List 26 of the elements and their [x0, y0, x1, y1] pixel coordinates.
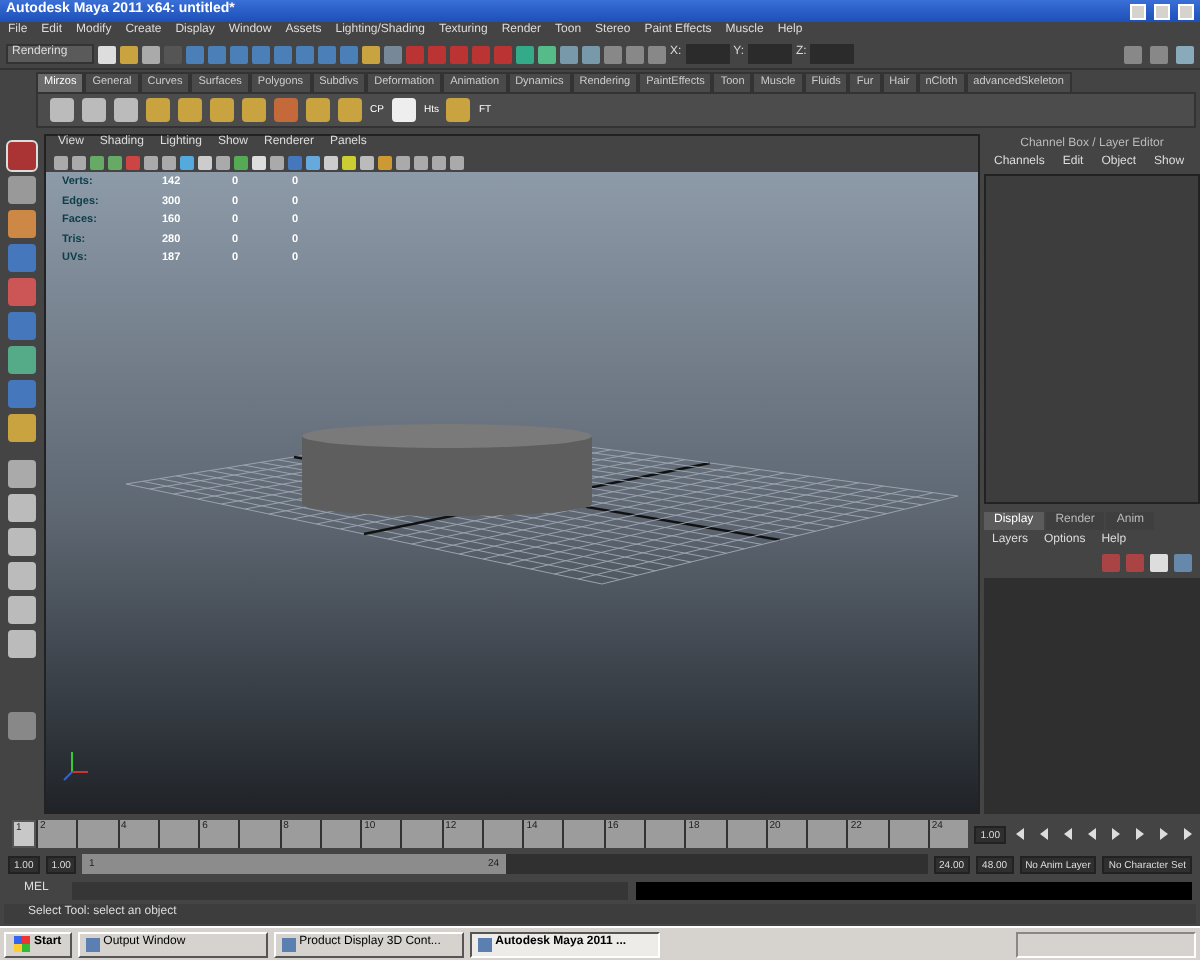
tool-icon[interactable]: [8, 460, 36, 488]
tool-icon[interactable]: [8, 528, 36, 556]
shelf-tool-icon[interactable]: [391, 98, 416, 122]
window-icon: [281, 937, 296, 951]
coordinate-field[interactable]: [685, 44, 730, 64]
tool-icon[interactable]: [8, 278, 36, 306]
tool-icon[interactable]: [8, 210, 36, 238]
coordinate-field[interactable]: [810, 44, 855, 64]
tool-icon[interactable]: [8, 630, 36, 658]
minimize-button[interactable]: [1130, 3, 1146, 19]
axis-indicator-drawing: [63, 751, 89, 781]
window-icon: [85, 937, 100, 951]
windows-flag-icon: [14, 936, 30, 952]
window-icon: [477, 937, 492, 951]
tool-icon[interactable]: [8, 494, 36, 522]
tool-icon[interactable]: [8, 142, 36, 170]
close-button[interactable]: [1178, 3, 1194, 19]
tool-icon[interactable]: [8, 346, 36, 374]
coordinate-field[interactable]: [748, 44, 793, 64]
tool-icon[interactable]: [8, 414, 36, 442]
tool-icon[interactable]: [8, 562, 36, 590]
tool-icon[interactable]: [8, 712, 36, 740]
shelf-tool-icon[interactable]: [446, 98, 471, 122]
tool-icon[interactable]: [8, 596, 36, 624]
maximize-button[interactable]: [1154, 3, 1170, 19]
tool-icon[interactable]: [8, 176, 36, 204]
